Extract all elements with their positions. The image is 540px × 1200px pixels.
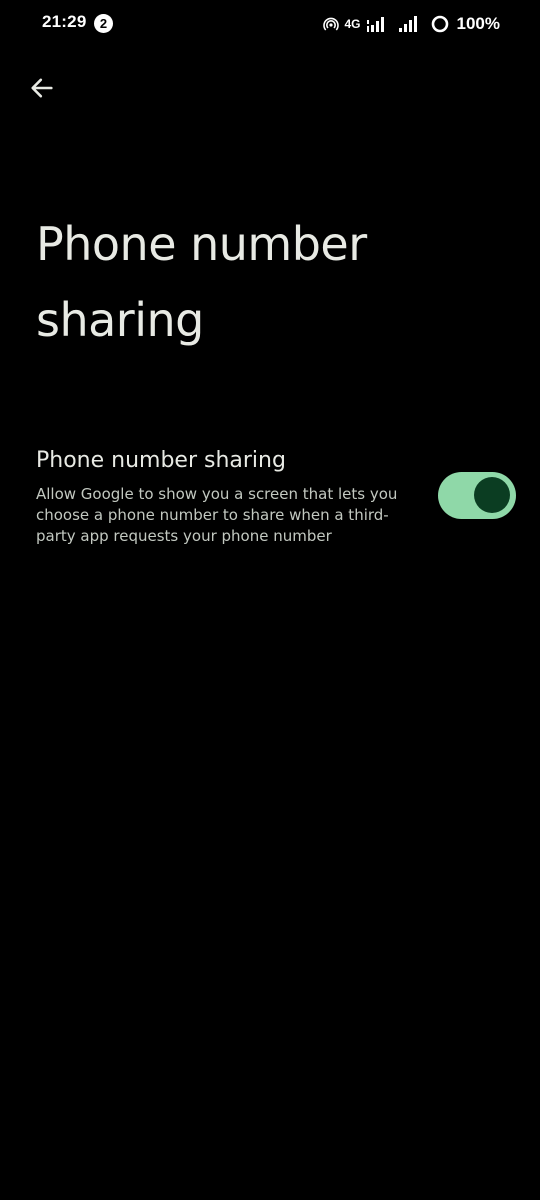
back-button[interactable] bbox=[22, 70, 62, 110]
status-bar: 21:29 2 4G 100% bbox=[0, 0, 540, 48]
network-type-label: 4G bbox=[344, 17, 361, 31]
phone-number-sharing-setting[interactable]: Phone number sharing Allow Google to sho… bbox=[0, 440, 540, 560]
phone-number-sharing-toggle[interactable] bbox=[438, 472, 516, 519]
signal-icon bbox=[366, 16, 385, 32]
status-time: 21:29 bbox=[42, 12, 87, 31]
hotspot-icon bbox=[322, 16, 339, 32]
battery-icon bbox=[431, 15, 449, 33]
page-title: Phone number sharing bbox=[36, 217, 367, 347]
setting-title: Phone number sharing bbox=[36, 448, 286, 473]
arrow-back-icon bbox=[28, 74, 56, 107]
setting-description: Allow Google to show you a screen that l… bbox=[36, 485, 398, 545]
notification-count-badge: 2 bbox=[94, 14, 113, 33]
toggle-thumb bbox=[474, 477, 510, 513]
signal-icon-2 bbox=[398, 16, 417, 32]
battery-percentage: 100% bbox=[456, 14, 500, 33]
status-icons: 4G 100% bbox=[322, 12, 500, 36]
